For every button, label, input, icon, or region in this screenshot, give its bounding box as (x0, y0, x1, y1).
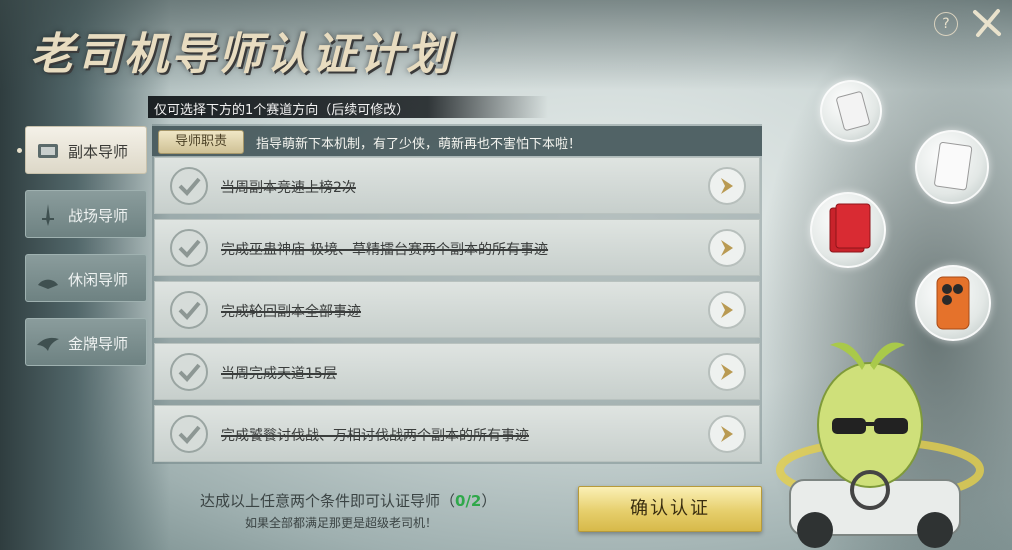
sidebar-item-battlefield-mentor[interactable]: 战场导师 (25, 190, 147, 238)
sword-icon (42, 204, 54, 226)
task-row: 当周副本竞速上榜2次 (154, 157, 760, 214)
reward-red-envelope-item[interactable] (810, 192, 886, 268)
duty-badge: 导师职责 (158, 130, 244, 154)
check-icon (170, 229, 208, 267)
task-text: 当周副本竞速上榜2次 (221, 180, 356, 196)
task-text: 完成轮回副本全部事迹 (221, 304, 361, 320)
subtitle: 仅可选择下方的1个赛道方向（后续可修改） (154, 103, 410, 118)
condition-text: 达成以上任意两个条件即可认证导师（0/2） (200, 492, 497, 510)
red-envelope-icon (829, 203, 871, 253)
task-text: 完成巫蛊神庙-极境、草精擂台赛两个副本的所有事迹 (221, 242, 549, 258)
fan-icon (38, 279, 58, 289)
task-row: 完成轮回副本全部事迹 (154, 281, 760, 338)
arrow-right-icon[interactable] (707, 352, 747, 392)
reward-card-large-item[interactable] (915, 130, 989, 204)
close-icon[interactable] (970, 6, 1004, 40)
arrow-right-icon[interactable] (707, 414, 747, 454)
card-icon (836, 91, 870, 131)
arrow-right-icon[interactable] (707, 228, 747, 268)
sidebar-item-dungeon-mentor[interactable]: 副本导师 (25, 126, 147, 174)
sidebar-item-gold-mentor[interactable]: 金牌导师 (25, 318, 147, 366)
active-indicator-dot (17, 148, 22, 153)
scroll-icon (38, 144, 58, 158)
arrow-right-icon[interactable] (707, 166, 747, 206)
mascot-driver-illustration (776, 342, 984, 548)
sidebar-item-label: 金牌导师 (68, 335, 129, 353)
task-row: 完成饕餮讨伐战、万相讨伐战两个副本的所有事迹 (154, 405, 760, 462)
sidebar-item-label: 副本导师 (68, 143, 129, 161)
task-text: 当周完成天道15层 (221, 366, 337, 382)
page-title: 老司机导师认证计划 (30, 29, 453, 80)
help-button[interactable]: ? (934, 12, 958, 36)
check-icon (170, 415, 208, 453)
task-row: 完成巫蛊神庙-极境、草精擂台赛两个副本的所有事迹 (154, 219, 760, 276)
sidebar-item-label: 战场导师 (68, 207, 129, 225)
task-text: 完成饕餮讨伐战、万相讨伐战两个副本的所有事迹 (221, 428, 529, 444)
hint-text: 如果全部都满足那更是超级老司机！ (245, 516, 438, 530)
bird-icon (37, 337, 59, 351)
check-icon (170, 291, 208, 329)
confirm-button[interactable]: 确认认证 (578, 486, 762, 532)
task-row: 当周完成天道15层 (154, 343, 760, 400)
arrow-right-icon[interactable] (707, 290, 747, 330)
progress-count: 0/2 (455, 492, 482, 510)
reward-card-item[interactable] (820, 80, 882, 142)
duty-description: 指导萌新下本机制，有了少侠，萌新再也不害怕下本啦！ (256, 137, 582, 152)
phone-icon (936, 276, 970, 330)
check-icon (170, 167, 208, 205)
card-icon (934, 142, 973, 191)
check-icon (170, 353, 208, 391)
sidebar-item-label: 休闲导师 (68, 271, 129, 289)
sidebar-item-leisure-mentor[interactable]: 休闲导师 (25, 254, 147, 302)
